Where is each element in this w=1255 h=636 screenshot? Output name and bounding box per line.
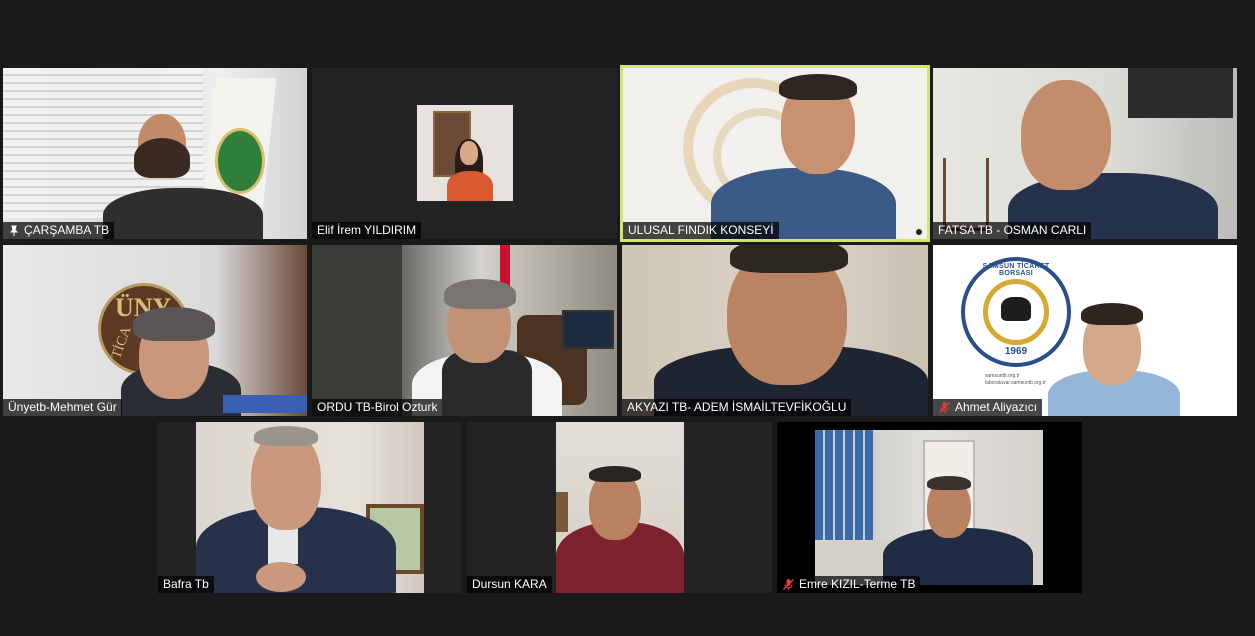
participant-name-tag: Ahmet Aliyazıcı: [933, 399, 1043, 416]
participant-name: Ahmet Aliyazıcı: [955, 400, 1038, 414]
participant-name-tag: FATSA TB - OSMAN CARLI: [933, 222, 1092, 239]
participant-name: ORDU TB-Birol Ozturk: [317, 400, 438, 414]
participant-name: AKYAZI TB- ADEM İSMAİLTEVFİKOĞLU: [627, 400, 847, 414]
video-feed: [556, 422, 684, 593]
participant-name: Emre KIZIL-Terme TB: [799, 577, 916, 591]
video-feed: [815, 430, 1043, 585]
muted-mic-icon: [938, 401, 951, 414]
video-tile-elif[interactable]: Elif İrem YILDIRIM: [312, 68, 617, 239]
video-feed: ÜNY TİCA: [3, 245, 307, 416]
video-feed: [3, 68, 307, 239]
video-tile-bafra[interactable]: Bafra Tb: [158, 422, 462, 593]
participant-name-tag: ÇARŞAMBA TB: [3, 222, 115, 239]
participant-name-tag: Elif İrem YILDIRIM: [312, 222, 422, 239]
video-feed: [623, 68, 927, 239]
video-tile-carsamba[interactable]: ÇARŞAMBA TB: [3, 68, 307, 239]
participant-name-tag: Dursun KARA: [467, 576, 552, 593]
samsun-ring-text: SAMSUN TİCARET BORSASI: [982, 263, 1050, 277]
samsun-url-2: laboratuvar.samsuntb.org.tr: [985, 380, 1046, 386]
video-tile-emre[interactable]: Emre KIZIL-Terme TB: [777, 422, 1082, 593]
video-tile-ulusal-findik[interactable]: ULUSAL FINDIK KONSEYİ: [620, 65, 930, 242]
video-feed: [312, 245, 617, 416]
participant-name-tag: Ünyetb-Mehmet Gür: [3, 399, 122, 416]
video-feed: [196, 422, 424, 593]
video-feed: [622, 245, 928, 416]
participant-name: Ünyetb-Mehmet Gür: [8, 400, 117, 414]
muted-mic-icon: [782, 578, 795, 591]
samsun-url-1: samsuntb.org.tr: [985, 373, 1020, 379]
participant-name: ÇARŞAMBA TB: [24, 223, 110, 237]
pin-icon: [8, 225, 20, 237]
video-feed: SAMSUN TİCARET BORSASI 1969 samsuntb.org…: [933, 245, 1237, 416]
participant-name-tag: Emre KIZIL-Terme TB: [777, 576, 921, 593]
participant-name: Dursun KARA: [472, 577, 547, 591]
video-tile-ordu[interactable]: ORDU TB-Birol Ozturk: [312, 245, 617, 416]
participant-name: ULUSAL FINDIK KONSEYİ: [628, 223, 774, 237]
participant-name: FATSA TB - OSMAN CARLI: [938, 223, 1087, 237]
samsun-ticaret-borsasi-logo: SAMSUN TİCARET BORSASI 1969: [961, 257, 1071, 367]
video-tile-fatsa[interactable]: FATSA TB - OSMAN CARLI: [933, 68, 1237, 239]
more-options-icon[interactable]: [916, 229, 922, 235]
video-tile-akyazi[interactable]: AKYAZI TB- ADEM İSMAİLTEVFİKOĞLU: [622, 245, 928, 416]
participant-name: Bafra Tb: [163, 577, 209, 591]
participant-name-tag: ORDU TB-Birol Ozturk: [312, 399, 443, 416]
video-feed: [417, 105, 513, 201]
video-tile-dursun[interactable]: Dursun KARA: [467, 422, 772, 593]
participant-name: Elif İrem YILDIRIM: [317, 223, 417, 237]
samsun-year: 1969: [1004, 346, 1028, 357]
participant-name-tag: Bafra Tb: [158, 576, 214, 593]
participant-name-tag: AKYAZI TB- ADEM İSMAİLTEVFİKOĞLU: [622, 399, 852, 416]
video-feed: [933, 68, 1237, 239]
participant-name-tag: ULUSAL FINDIK KONSEYİ: [623, 222, 779, 239]
video-tile-aliyazici[interactable]: SAMSUN TİCARET BORSASI 1969 samsuntb.org…: [933, 245, 1237, 416]
video-tile-unye[interactable]: ÜNY TİCA Ünyetb-Mehmet Gür: [3, 245, 307, 416]
